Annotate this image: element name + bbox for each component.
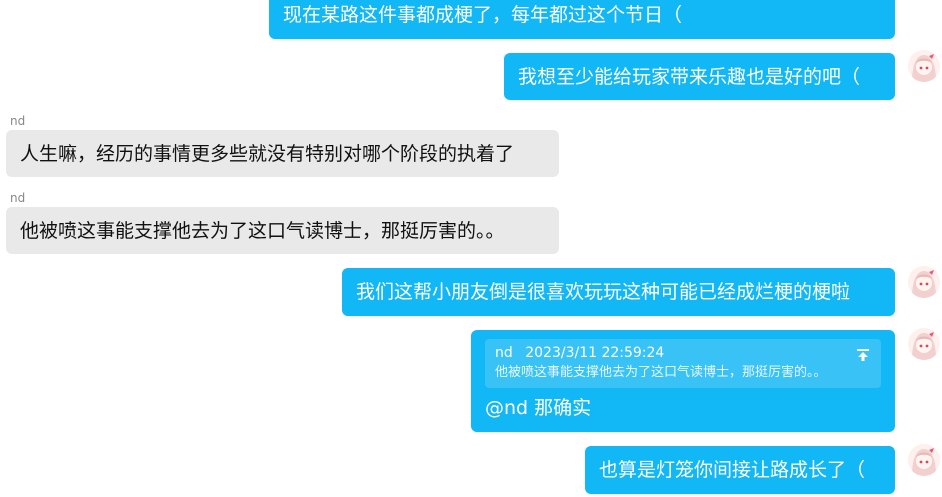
quote-text: 他被喷这事能支撑他去为了这口气读博士，那挺厉害的。。 [495,365,827,380]
quote-header: nd 2023/3/11 22:59:24 [495,345,871,362]
quote-sender: nd [495,345,513,361]
incoming-message-bubble[interactable]: 他被喷这事能支撑他去为了这口气读博士，那挺厉害的。。 [6,207,559,254]
avatar-icon[interactable] [908,328,940,360]
sender-name: nd [10,114,26,128]
quote-timestamp: 2023/3/11 22:59:24 [525,345,665,361]
outgoing-message-bubble[interactable]: 也算是灯笼你间接让路成长了（ [585,446,895,494]
outgoing-message-bubble[interactable]: 现在某路这件事都成梗了，每年都过这个节日（ [269,0,895,39]
avatar-icon[interactable] [908,50,940,82]
jump-to-message-icon[interactable] [855,345,871,361]
message-text: @nd 那确实 [485,397,592,419]
message-text: 现在某路这件事都成梗了，每年都过这个节日（ [283,4,683,26]
incoming-message-bubble[interactable]: 人生嘛，经历的事情更多些就没有特别对哪个阶段的执着了 [6,130,559,177]
message-text: 他被喷这事能支撑他去为了这口气读博士，那挺厉害的。。 [20,220,505,242]
message-text: 我想至少能给玩家带来乐趣也是好的吧（ [518,66,861,88]
quoted-message[interactable]: nd 2023/3/11 22:59:24 他被喷这事能支撑他去为了这口气读博士… [485,339,881,388]
message-text: 人生嘛，经历的事情更多些就没有特别对哪个阶段的执着了 [20,143,515,165]
message-text: 我们这帮小朋友倒是很喜欢玩玩这种可能已经成烂梗的梗啦 [356,281,851,303]
outgoing-reply-bubble[interactable]: nd 2023/3/11 22:59:24 他被喷这事能支撑他去为了这口气读博士… [471,330,895,432]
outgoing-message-bubble[interactable]: 我们这帮小朋友倒是很喜欢玩玩这种可能已经成烂梗的梗啦 [342,268,895,316]
avatar-icon[interactable] [908,444,940,476]
message-text: 也算是灯笼你间接让路成长了（ [599,459,866,481]
sender-name: nd [10,191,26,205]
outgoing-message-bubble[interactable]: 我想至少能给玩家带来乐趣也是好的吧（ [504,53,895,100]
avatar-icon[interactable] [908,266,940,298]
